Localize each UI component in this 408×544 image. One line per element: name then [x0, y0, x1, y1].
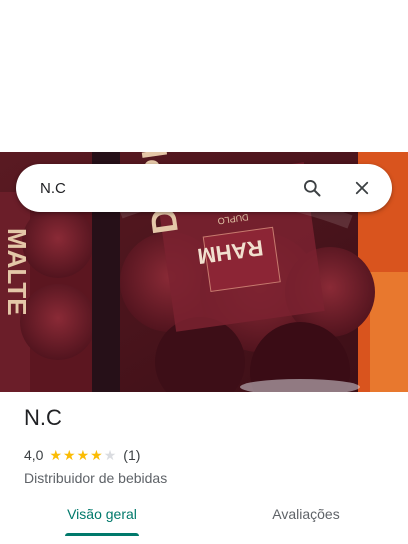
- search-icon[interactable]: [294, 170, 330, 206]
- review-count[interactable]: (1): [123, 447, 140, 463]
- photo-text-malte: MALTE: [2, 228, 32, 316]
- tab-active-indicator: [65, 533, 139, 536]
- place-category[interactable]: Distribuidor de bebidas: [24, 470, 384, 486]
- star-icon: ★: [63, 447, 76, 463]
- tab-overview-label: Visão geral: [67, 506, 137, 522]
- tab-reviews-label: Avaliações: [272, 506, 340, 522]
- star-empty-icon: ★: [103, 447, 117, 463]
- place-info: N.C 4,0 ★ ★ ★ ★ ★ (1) Distribuidor de be…: [24, 404, 384, 486]
- tab-reviews[interactable]: Avaliações: [204, 496, 408, 544]
- rating-value: 4,0: [24, 447, 44, 463]
- close-icon[interactable]: [344, 170, 380, 206]
- star-icon: ★: [49, 447, 63, 463]
- place-tabs: Visão geral Avaliações: [0, 496, 408, 544]
- tab-overview[interactable]: Visão geral: [0, 496, 204, 544]
- search-bar[interactable]: N.C: [16, 164, 392, 212]
- search-input[interactable]: N.C: [40, 180, 294, 197]
- rating-stars: ★ ★ ★ ★ ★: [49, 448, 117, 462]
- rating-row[interactable]: 4,0 ★ ★ ★ ★ ★ (1): [24, 446, 384, 464]
- map-blank-area: [0, 0, 408, 152]
- star-icon: ★: [76, 447, 90, 463]
- star-icon: ★: [90, 447, 103, 463]
- place-title: N.C: [24, 405, 62, 430]
